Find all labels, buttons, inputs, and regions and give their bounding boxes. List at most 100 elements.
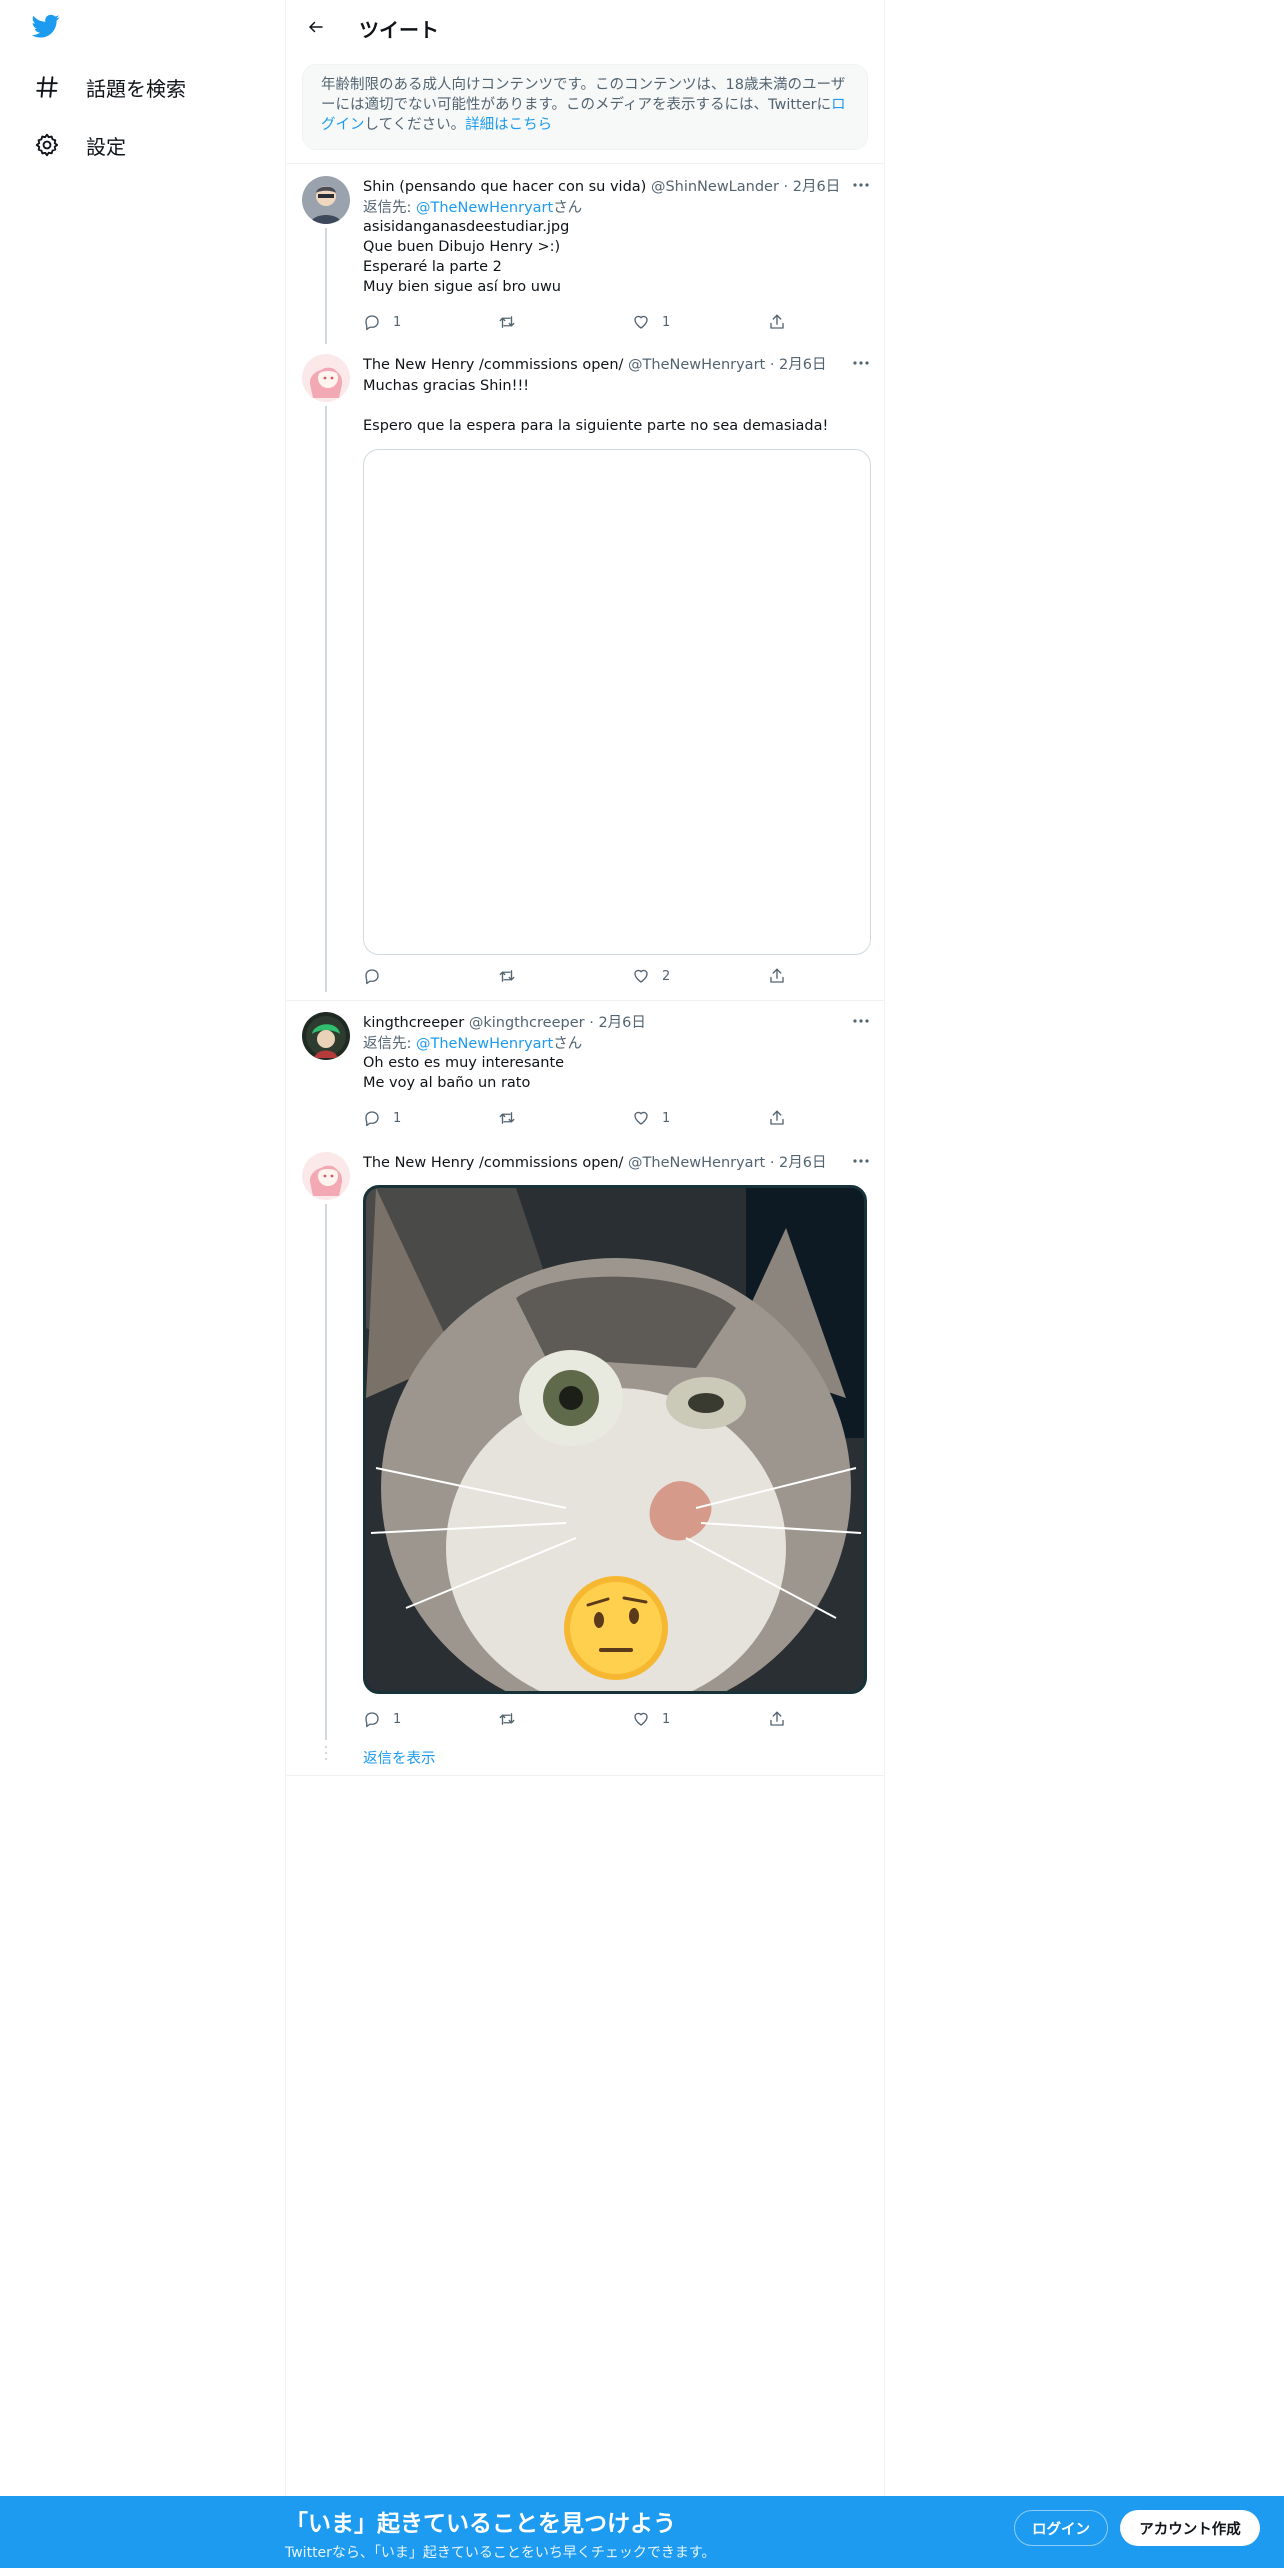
tweet-text: asisidanganasdeestudiar.jpg Que buen Dib… [363, 219, 570, 295]
tweet-text: Muchas gracias Shin!!! Espero que la esp… [363, 378, 829, 434]
share-icon [770, 1110, 784, 1125]
reply-icon [365, 1111, 379, 1127]
reply-mention[interactable]: @TheNewHenryart [416, 200, 553, 216]
more-options-icon[interactable] [848, 1151, 874, 1171]
tweet-date[interactable]: 2月6日 [779, 1155, 826, 1171]
notice-text: 年齢制限のある成人向けコンテンツです。このコンテンツは、18歳未満のユーザーには… [321, 77, 846, 113]
retweet-button[interactable] [497, 1107, 529, 1129]
user-handle[interactable]: @TheNewHenryart [628, 357, 765, 373]
user-handle[interactable]: @TheNewHenryart [628, 1155, 765, 1171]
share-button[interactable] [768, 965, 786, 987]
retweet-icon [499, 1112, 515, 1124]
user-handle[interactable]: @ShinNewLander [651, 179, 779, 195]
tweet-actions: 2 [363, 965, 863, 987]
share-icon [770, 314, 784, 329]
main-column: ツイート 年齢制限のある成人向けコンテンツです。このコンテンツは、18歳未満のユ… [285, 0, 885, 2500]
tweet-header: The New Henry /commissions open/ @TheNew… [363, 353, 827, 374]
signup-button[interactable]: アカウント作成 [1120, 2510, 1260, 2546]
heart-icon [634, 315, 648, 329]
share-icon [770, 1711, 784, 1726]
reply-count: 1 [393, 1110, 402, 1126]
sidebar-item-label: 設定 [86, 134, 126, 159]
share-button[interactable] [768, 1107, 786, 1129]
like-count: 1 [662, 1110, 671, 1126]
media-placeholder[interactable] [363, 449, 871, 955]
reply-prefix: 返信先: [363, 1036, 416, 1052]
media-image[interactable] [363, 1185, 867, 1694]
more-options-icon[interactable] [848, 1011, 874, 1031]
retweet-button[interactable] [497, 1708, 529, 1730]
avatar[interactable] [302, 1012, 350, 1060]
like-button[interactable]: 1 [632, 311, 670, 333]
avatar[interactable] [302, 354, 350, 402]
user-name[interactable]: The New Henry /commissions open/ [363, 1155, 623, 1171]
login-button[interactable]: ログイン [1014, 2510, 1108, 2546]
reply-suffix: さん [553, 1036, 583, 1052]
reply-button[interactable] [363, 965, 393, 987]
share-button[interactable] [768, 311, 786, 333]
tweet[interactable]: kingthcreeper @kingthcreeper · 2月6日 返信先:… [286, 1010, 884, 1150]
share-button[interactable] [768, 1708, 786, 1730]
tweet-actions: 1 1 [363, 1708, 863, 1730]
tweet[interactable]: The New Henry /commissions open/ @TheNew… [286, 352, 884, 992]
heart-icon [634, 969, 648, 983]
reply-context: 返信先: @TheNewHenryartさん [363, 196, 582, 217]
tweet[interactable]: Shin (pensando que hacer con su vida) @S… [286, 174, 884, 346]
tweet-actions: 1 1 [363, 1107, 863, 1129]
sidebar-item-explore[interactable]: 話題を検索 [30, 67, 186, 107]
like-button[interactable]: 2 [632, 965, 670, 987]
tweet-header: Shin (pensando que hacer con su vida) @S… [363, 175, 840, 196]
reply-prefix: 返信先: [363, 200, 416, 216]
share-icon [770, 968, 784, 983]
separator-dot: · [769, 1155, 775, 1171]
like-count: 1 [662, 1711, 671, 1727]
hashtag-icon [30, 70, 64, 104]
heart-icon [634, 1111, 648, 1125]
tweet-date[interactable]: 2月6日 [779, 357, 826, 373]
reply-count: 1 [393, 314, 402, 330]
tweet-date[interactable]: 2月6日 [793, 179, 840, 195]
more-options-icon[interactable] [848, 353, 874, 373]
reply-suffix: さん [553, 200, 583, 216]
signup-banner: 「いま」起きていることを見つけよう Twitterなら、「いま」起きていることを… [0, 2496, 1284, 2568]
like-button[interactable]: 1 [632, 1708, 670, 1730]
tweet-date[interactable]: 2月6日 [598, 1015, 645, 1031]
user-name[interactable]: Shin (pensando que hacer con su vida) [363, 179, 646, 195]
divider [286, 1000, 884, 1001]
reply-mention[interactable]: @TheNewHenryart [416, 1036, 553, 1052]
reply-button[interactable]: 1 [363, 1107, 401, 1129]
page-header: ツイート [286, 0, 884, 55]
retweet-button[interactable] [497, 311, 529, 333]
user-name[interactable]: kingthcreeper [363, 1015, 464, 1031]
heart-icon [634, 1712, 648, 1726]
tweet-actions: 1 1 [363, 311, 863, 333]
thread-line [325, 228, 327, 344]
learn-more-link[interactable]: 詳細はこちら [465, 117, 552, 133]
show-replies-link[interactable]: 返信を表示 [363, 1747, 436, 1768]
tweet[interactable]: The New Henry /commissions open/ @TheNew… [286, 1150, 884, 1770]
user-handle[interactable]: @kingthcreeper [469, 1015, 585, 1031]
reply-icon [365, 969, 379, 985]
tweet-header: The New Henry /commissions open/ @TheNew… [363, 1151, 827, 1172]
reply-button[interactable]: 1 [363, 311, 401, 333]
thread-dots [324, 1746, 328, 1764]
twitter-logo-icon[interactable] [30, 12, 66, 44]
avatar[interactable] [302, 1152, 350, 1200]
sidebar-item-settings[interactable]: 設定 [30, 125, 126, 165]
age-restriction-notice: 年齢制限のある成人向けコンテンツです。このコンテンツは、18歳未満のユーザーには… [302, 64, 868, 150]
retweet-button[interactable] [497, 965, 529, 987]
reply-count: 1 [393, 1711, 402, 1727]
reply-button[interactable]: 1 [363, 1708, 401, 1730]
like-button[interactable]: 1 [632, 1107, 670, 1129]
user-name[interactable]: The New Henry /commissions open/ [363, 357, 623, 373]
like-count: 2 [662, 968, 671, 984]
reply-icon [365, 315, 379, 331]
back-arrow-icon[interactable] [298, 12, 334, 42]
notice-text-middle: してください。 [364, 117, 466, 133]
banner-subtitle: Twitterなら、「いま」起きていることをいち早くチェックできます。 [285, 2545, 716, 2561]
tweet-header: kingthcreeper @kingthcreeper · 2月6日 [363, 1011, 646, 1032]
gear-icon [30, 128, 64, 162]
separator-dot: · [769, 357, 775, 373]
avatar[interactable] [302, 176, 350, 224]
more-options-icon[interactable] [848, 175, 874, 195]
